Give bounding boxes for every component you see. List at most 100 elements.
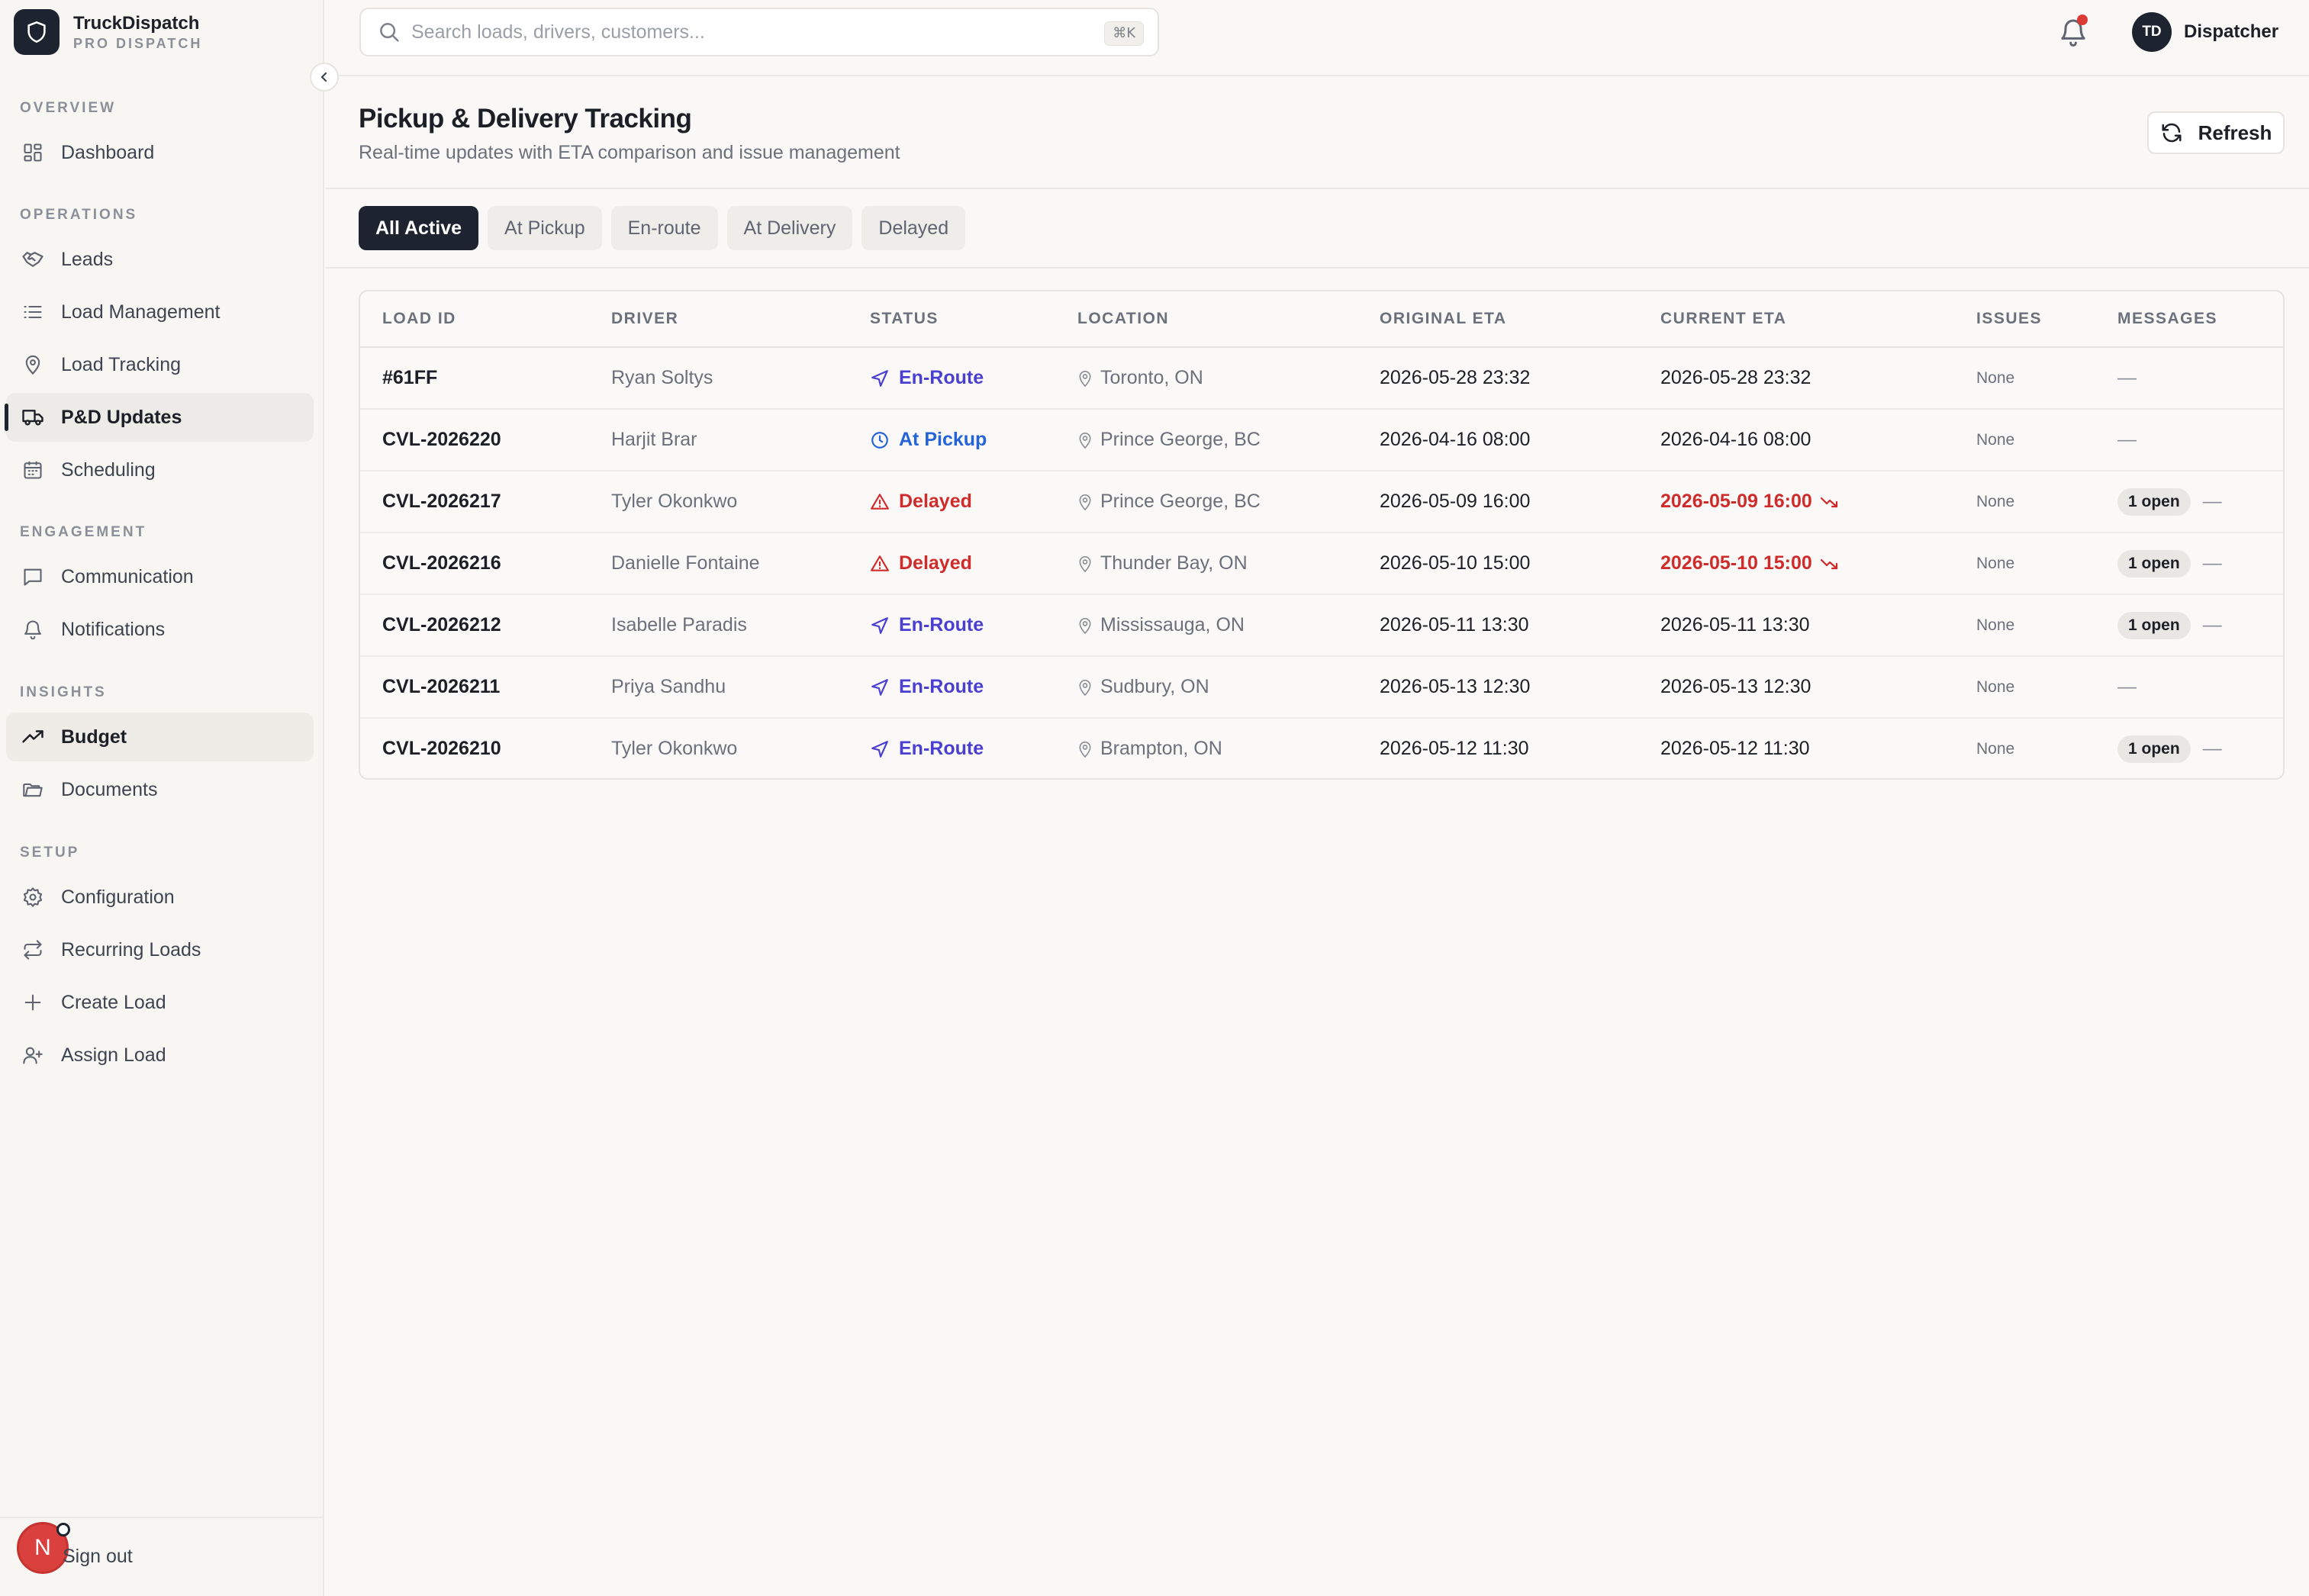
sidebar-item-assign-load[interactable]: Assign Load [6,1031,314,1080]
trending-up-icon [20,724,46,750]
navigation-arrow-icon [870,368,891,389]
sidebar-item-load-tracking[interactable]: Load Tracking [6,340,314,389]
messages-open-badge[interactable]: 1 open [2117,611,2191,639]
table-header: LOAD ID DRIVER STATUS LOCATION ORIGINAL … [360,291,2283,348]
messages-open-badge[interactable]: 1 open [2117,735,2191,763]
sidebar-item-create-load[interactable]: Create Load [6,978,314,1027]
issues-cell: None [1976,739,2015,758]
sidebar-item-label: Communication [61,565,194,587]
handshake-icon [20,246,46,272]
table-row[interactable]: CVL-2026211 Priya Sandhu En-Route Sudbury, … [360,657,2283,719]
header-current-eta[interactable]: CURRENT ETA [1660,310,1786,328]
header-issues[interactable]: ISSUES [1976,310,2042,328]
sidebar-item-label: P&D Updates [61,406,182,428]
messages-cell: 1 open — [2117,595,2222,655]
messages-open-badge[interactable]: 1 open [2117,549,2191,578]
sidebar-item-label: Assign Load [61,1044,166,1066]
header-status[interactable]: STATUS [870,310,939,328]
location-label: Prince George, BC [1100,429,1261,450]
sidebar-item-budget[interactable]: Budget [6,713,314,761]
status-cell: At Pickup [870,410,987,470]
location-label: Prince George, BC [1100,491,1261,512]
map-pin-icon [1077,368,1096,389]
status-cell: En-Route [870,719,984,778]
search-box[interactable]: ⌘K [359,8,1159,56]
table-row[interactable]: CVL-2026220 Harjit Brar At Pickup Prince Ge… [360,410,2283,471]
load-id-cell[interactable]: CVL-2026210 [382,719,501,778]
messages-open-badge[interactable]: 1 open [2117,487,2191,516]
map-pin-icon [1077,738,1096,760]
sidebar-item-p-d-updates[interactable]: P&D Updates [5,393,314,442]
load-id-cell[interactable]: CVL-2026220 [382,410,501,470]
sidebar-item-notifications[interactable]: Notifications [6,605,314,654]
messages-dash: — [2202,738,2222,759]
table-row[interactable]: CVL-2026217 Tyler Okonkwo Delayed Prince Ge… [360,471,2283,533]
driver-cell: Ryan Soltys [611,367,713,388]
load-id-cell[interactable]: CVL-2026217 [382,471,501,532]
status-cell: En-Route [870,348,984,408]
user-name: Dispatcher [2184,21,2279,42]
trending-down-icon [1820,556,1840,571]
status-label: En-Route [899,367,984,388]
location-cell: Sudbury, ON [1077,657,1209,717]
header-original-eta[interactable]: ORIGINAL ETA [1380,310,1507,328]
load-id-cell[interactable]: CVL-2026216 [382,533,501,594]
sidebar-item-communication[interactable]: Communication [6,552,314,601]
sidebar-item-scheduling[interactable]: Scheduling [6,446,314,494]
load-id-cell[interactable]: #61FF [382,348,437,408]
nav-section-operations: OPERATIONS Leads Load Management Load Track… [0,206,324,498]
list-icon [20,299,46,325]
status-label: Delayed [899,552,972,574]
sidebar-item-recurring-loads[interactable]: Recurring Loads [6,925,314,974]
header-load-id[interactable]: LOAD ID [382,310,456,328]
nav-heading: OPERATIONS [20,207,138,223]
sidebar-item-dashboard[interactable]: Dashboard [6,128,314,177]
location-label: Brampton, ON [1100,738,1222,759]
sidebar-item-leads[interactable]: Leads [6,235,314,284]
sidebar-item-label: Leads [61,248,114,270]
status-cell: En-Route [870,595,984,655]
header-driver[interactable]: DRIVER [611,310,678,328]
tab-at-pickup[interactable]: At Pickup [488,206,602,250]
bell-icon [20,616,46,642]
map-pin-icon [1077,615,1096,636]
current-eta-cell: 2026-05-11 13:30 [1660,595,1810,655]
location-cell: Brampton, ON [1077,719,1222,778]
messages-dash: — [2117,676,2137,697]
sidebar-item-configuration[interactable]: Configuration [6,873,314,922]
folder-icon [20,777,46,803]
sidebar-item-documents[interactable]: Documents [6,765,314,814]
sidebar-item-label: Dashboard [61,141,155,163]
search-input[interactable] [411,21,1098,43]
plus-icon [20,989,46,1015]
sidebar-item-load-management[interactable]: Load Management [6,288,314,336]
load-id-cell[interactable]: CVL-2026212 [382,595,501,655]
header-messages[interactable]: MESSAGES [2117,310,2217,328]
table-row[interactable]: CVL-2026216 Danielle Fontaine Delayed Thund… [360,533,2283,595]
tab-at-delivery[interactable]: At Delivery [726,206,853,250]
messages-cell: 1 open — [2117,719,2222,778]
table-row[interactable]: CVL-2026212 Isabelle Paradis En-Route Missi… [360,595,2283,657]
header-location[interactable]: LOCATION [1077,310,1169,328]
refresh-button[interactable]: Refresh [2147,111,2285,154]
table-row[interactable]: #61FF Ryan Soltys En-Route Toronto, ON 2026-… [360,348,2283,410]
tab-delayed[interactable]: Delayed [861,206,966,250]
load-id-cell[interactable]: CVL-2026211 [382,657,500,717]
map-pin-icon [1077,430,1096,451]
driver-cell: Danielle Fontaine [611,552,760,574]
header-divider [326,188,2309,189]
table-row[interactable]: CVL-2026210 Tyler Okonkwo En-Route Brampton… [360,719,2283,778]
search-icon [380,23,399,42]
message-icon [20,564,46,590]
driver-cell: Harjit Brar [611,429,697,450]
tab-all-active[interactable]: All Active [359,206,479,250]
brand[interactable]: TruckDispatch PRO DISPATCH [14,9,202,55]
current-eta-cell: 2026-05-12 11:30 [1660,719,1810,778]
driver-cell: Tyler Okonkwo [611,738,738,759]
tab-en-route[interactable]: En-route [610,206,718,250]
current-eta-cell: 2026-05-09 16:00 [1660,471,1840,532]
collapse-sidebar-button[interactable] [310,63,339,92]
status-label: En-Route [899,614,984,636]
user-menu[interactable]: TD Dispatcher [2132,12,2278,52]
signout-button[interactable]: Sign out [63,1546,133,1568]
